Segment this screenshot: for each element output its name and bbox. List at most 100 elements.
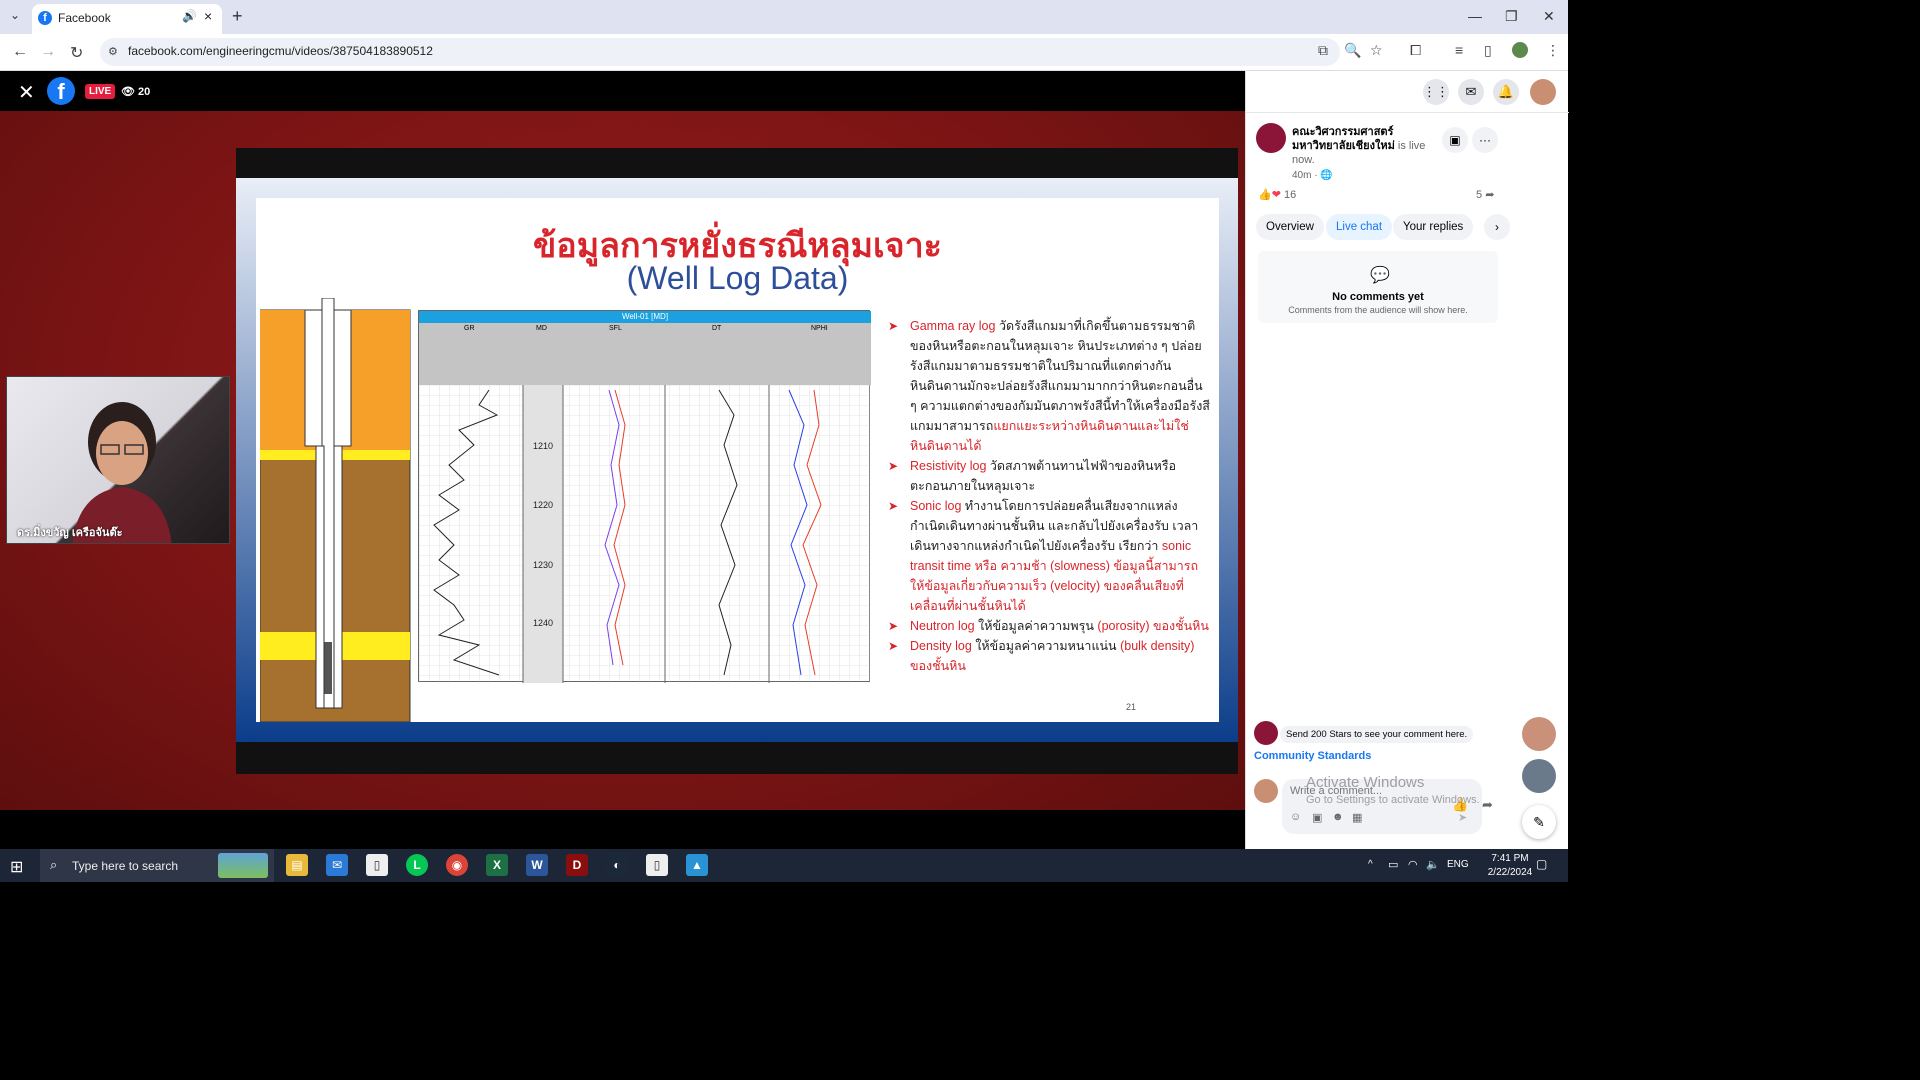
share-icon: ➦ bbox=[1485, 189, 1495, 201]
live-badge: LIVE bbox=[85, 84, 116, 99]
slide-bullets: ➤ Gamma ray log วัดรังสีแกมมาที่เกิดขึ้น… bbox=[888, 316, 1210, 676]
taskbar-search-placeholder: Type here to search bbox=[72, 859, 179, 873]
gif-icon[interactable]: ▦ bbox=[1352, 811, 1362, 824]
tab-title: Facebook bbox=[58, 11, 111, 25]
media-control-icon[interactable]: ≡ bbox=[1455, 42, 1463, 58]
slide-page-number: 21 bbox=[1126, 702, 1137, 712]
zoom-icon[interactable]: 🔍 bbox=[1344, 42, 1361, 59]
taskbar-clock[interactable]: 7:41 PM 2/22/2024 bbox=[1480, 852, 1540, 880]
clock-time: 7:41 PM bbox=[1491, 853, 1529, 864]
video-bottom-bar bbox=[0, 810, 1245, 849]
browser-tab[interactable]: f Facebook 🔊 × bbox=[32, 4, 222, 34]
presenter-name: ดร.มิ่งขวัญ เครือจันต๊ะ bbox=[17, 527, 123, 539]
tab-live-chat[interactable]: Live chat bbox=[1326, 214, 1393, 240]
windows-start-icon[interactable]: ⊞ bbox=[10, 857, 23, 877]
forward-icon[interactable]: → bbox=[40, 43, 56, 61]
arrow-bullet-icon: ➤ bbox=[888, 639, 899, 653]
reload-icon[interactable]: ↻ bbox=[70, 43, 83, 63]
commenter-avatar-icon[interactable] bbox=[1254, 779, 1278, 803]
extensions-icon[interactable]: ⧠ bbox=[1410, 42, 1421, 59]
wifi-icon[interactable]: ◠ bbox=[1408, 858, 1418, 871]
site-info-icon[interactable]: ⚙ bbox=[108, 45, 118, 58]
log-col-dt: DT bbox=[712, 325, 722, 332]
browser-menu-icon[interactable]: ⋮ bbox=[1546, 42, 1560, 59]
app-d-icon[interactable]: D bbox=[566, 854, 588, 876]
eye-icon: 👁 bbox=[121, 86, 135, 98]
well-log-panel: Well-01 [MD] GR MD SFL DT NPHI 1210 1220… bbox=[418, 310, 871, 683]
notifications-bell-icon[interactable]: 🔔 bbox=[1493, 79, 1519, 105]
tab-search-chevron-icon[interactable]: ⌄ bbox=[10, 8, 20, 22]
window-close-icon[interactable]: ✕ bbox=[1543, 8, 1555, 25]
reaction-count-value: 16 bbox=[1283, 189, 1297, 201]
mail-icon[interactable]: ✉ bbox=[326, 854, 348, 876]
back-icon[interactable]: ← bbox=[12, 43, 28, 61]
tab-audio-icon[interactable]: 🔊 bbox=[182, 9, 197, 23]
file-explorer-icon[interactable]: ▤ bbox=[286, 854, 308, 876]
messenger-icon[interactable]: ✉ bbox=[1458, 79, 1484, 105]
emoji-icon[interactable]: ☻ bbox=[1332, 811, 1344, 823]
taskbar-search[interactable]: ⌕ Type here to search bbox=[40, 849, 274, 882]
tray-chevron-icon[interactable]: ^ bbox=[1368, 859, 1373, 870]
no-comments-card: 💬 No comments yet Comments from the audi… bbox=[1258, 251, 1498, 323]
avatar-sticker-icon[interactable]: ☺ bbox=[1290, 811, 1301, 823]
share-arrow-icon[interactable]: ➦ bbox=[1482, 797, 1493, 813]
chrome-icon[interactable]: ◉ bbox=[446, 854, 468, 876]
new-tab-icon[interactable]: + bbox=[232, 6, 243, 27]
like-reaction-icon: 👍 bbox=[1258, 189, 1272, 201]
menu-grid-icon[interactable]: ⋮⋮ bbox=[1423, 79, 1449, 105]
photos-app-icon[interactable]: ▲ bbox=[686, 854, 708, 876]
new-message-icon[interactable]: ✎ bbox=[1522, 805, 1556, 839]
line-app-icon[interactable]: L bbox=[406, 854, 428, 876]
arrow-bullet-icon: ➤ bbox=[888, 619, 899, 633]
url-text[interactable]: facebook.com/engineeringcmu/videos/38750… bbox=[128, 44, 433, 58]
arrow-bullet-icon: ➤ bbox=[888, 319, 899, 333]
contact-avatar-icon[interactable] bbox=[1522, 759, 1556, 793]
page-name[interactable]: คณะวิศวกรรมศาสตร์ มหาวิทยาลัยเชียงใหม่ i… bbox=[1292, 125, 1442, 167]
restore-icon[interactable]: ❐ bbox=[1505, 8, 1518, 25]
log-col-nphi: NPHI bbox=[811, 325, 828, 332]
volume-icon[interactable]: 🔈 bbox=[1426, 858, 1440, 871]
depth-label: 1210 bbox=[533, 441, 554, 451]
video-stage: ✕ f LIVE 👁 20 ข้อมูลการหยั่งธรณีหลุมเจาะ… bbox=[0, 71, 1245, 849]
well-log-header: Well-01 [MD] bbox=[419, 311, 871, 323]
contact-avatar-icon[interactable] bbox=[1522, 717, 1556, 751]
page-name-text[interactable]: คณะวิศวกรรมศาสตร์ มหาวิทยาลัยเชียงใหม่ bbox=[1292, 126, 1395, 152]
word-icon[interactable]: W bbox=[526, 854, 548, 876]
comment-bubble-icon: 💬 bbox=[1370, 267, 1390, 284]
tabs-next-chevron-icon[interactable]: › bbox=[1484, 214, 1510, 240]
facebook-logo-icon[interactable]: f bbox=[47, 77, 75, 105]
arrow-bullet-icon: ➤ bbox=[888, 499, 899, 513]
stars-prompt[interactable]: Send 200 Stars to see your comment here. bbox=[1280, 726, 1474, 743]
more-options-icon[interactable]: ··· bbox=[1472, 127, 1498, 153]
account-avatar-icon[interactable] bbox=[1530, 79, 1556, 105]
page-avatar-icon[interactable] bbox=[1256, 123, 1286, 153]
bullet-term: Resistivity log bbox=[910, 459, 987, 473]
share-count[interactable]: 5 ➦ bbox=[1476, 188, 1494, 201]
tab-your-replies[interactable]: Your replies bbox=[1393, 214, 1474, 240]
language-indicator[interactable]: ENG bbox=[1447, 859, 1469, 870]
excel-icon[interactable]: X bbox=[486, 854, 508, 876]
save-icon[interactable]: ▣ bbox=[1442, 127, 1468, 153]
minimize-icon[interactable]: — bbox=[1468, 8, 1482, 24]
windows-taskbar: ⊞ ⌕ Type here to search ▤ ✉ ▯ L ◉ X W D … bbox=[0, 849, 1568, 882]
bookmark-star-icon[interactable]: ☆ bbox=[1370, 42, 1383, 59]
slide-title-english: (Well Log Data) bbox=[626, 260, 849, 296]
bullet-sonic: ➤ Sonic log ทำงานโดยการปล่อยคลื่นเสียงจา… bbox=[888, 496, 1210, 616]
community-standards-link[interactable]: Community Standards bbox=[1254, 750, 1371, 762]
steam-icon[interactable]: ◐ bbox=[606, 854, 628, 876]
tab-close-icon[interactable]: × bbox=[204, 8, 212, 24]
battery-icon[interactable]: ▭ bbox=[1388, 858, 1398, 871]
depth-label: 1230 bbox=[533, 560, 554, 570]
bullet-term: Density log bbox=[910, 639, 972, 653]
install-app-icon[interactable]: ⧉ bbox=[1318, 42, 1328, 59]
camera-icon[interactable]: ▣ bbox=[1312, 811, 1322, 824]
side-panel-icon[interactable]: ▯ bbox=[1484, 42, 1492, 59]
notepad-icon[interactable]: ▯ bbox=[366, 854, 388, 876]
bullet-highlight: (porosity) ของชั้นหิน bbox=[1097, 619, 1209, 633]
document-icon[interactable]: ▯ bbox=[646, 854, 668, 876]
slide: ข้อมูลการหยั่งธรณีหลุมเจาะ (Well Log Dat… bbox=[236, 178, 1238, 742]
profile-avatar-icon[interactable] bbox=[1512, 42, 1528, 58]
reaction-count[interactable]: 👍❤ 16 bbox=[1258, 188, 1296, 201]
tab-overview[interactable]: Overview bbox=[1256, 214, 1324, 240]
close-video-icon[interactable]: ✕ bbox=[18, 80, 35, 105]
